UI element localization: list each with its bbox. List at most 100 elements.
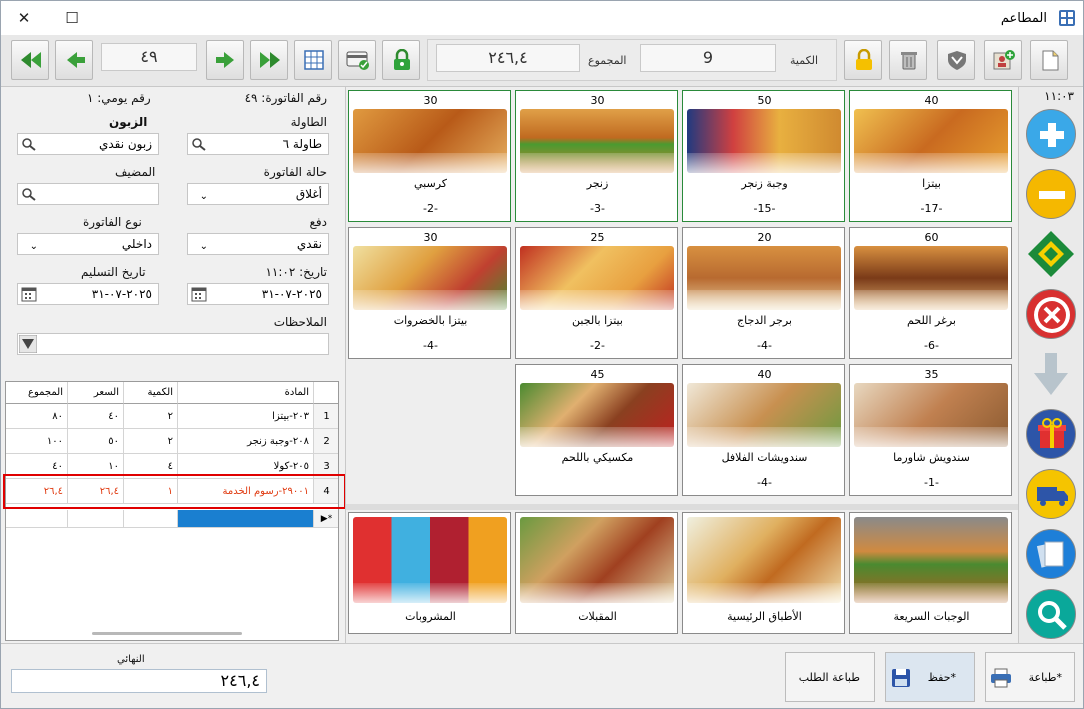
- maximize-icon[interactable]: ☐: [61, 7, 83, 29]
- item-qty: -4-: [423, 339, 438, 352]
- security-button[interactable]: [937, 40, 975, 80]
- category-tile[interactable]: المقبلات: [515, 512, 678, 634]
- customer-field[interactable]: زبون نقدي: [17, 133, 159, 155]
- delivery-button[interactable]: [1026, 469, 1076, 519]
- menu-item-tile[interactable]: 30 بيتزا بالخضروات -4-: [348, 227, 511, 359]
- item-price: 40: [757, 368, 772, 381]
- date-field[interactable]: ٢٠٢٥-٠٧-٣١: [187, 283, 329, 305]
- gift-button[interactable]: [1026, 409, 1076, 459]
- chevron-down-icon[interactable]: ⌄: [190, 187, 208, 203]
- category-tile[interactable]: الأطباق الرئيسية: [682, 512, 845, 634]
- calendar-icon[interactable]: [20, 286, 38, 302]
- menu-item-tile[interactable]: 40 بيتزا -17-: [849, 90, 1012, 222]
- item-name: مكسيكي باللحم: [561, 451, 634, 464]
- documents-button[interactable]: [1026, 529, 1076, 579]
- item-qty: -4-: [757, 339, 772, 352]
- category-tile[interactable]: الوجبات السريعة: [849, 512, 1012, 634]
- category-tile[interactable]: المشروبات: [348, 512, 511, 634]
- row-item: ٢٠٣-بيتزا: [178, 404, 314, 429]
- new-row-marker-icon: ▶*: [314, 510, 338, 528]
- new-invoice-button[interactable]: [1030, 40, 1068, 80]
- decrease-qty-button[interactable]: [1026, 169, 1076, 219]
- cancel-item-button[interactable]: [1026, 289, 1076, 339]
- chevron-down-icon[interactable]: ⌄: [20, 237, 38, 253]
- menu-item-tile[interactable]: 50 وجبة زنجر -15-: [682, 90, 845, 222]
- previous-record-button[interactable]: [55, 40, 93, 80]
- delivery-date-field[interactable]: ٢٠٢٥-٠٧-٣١: [17, 283, 159, 305]
- title-bar: ✕ ☐ المطاعم: [1, 1, 1083, 35]
- item-name: كرسبي: [413, 177, 447, 190]
- status-select[interactable]: أغلاق ⌄: [187, 183, 329, 205]
- item-qty: -4-: [757, 476, 772, 489]
- item-name: بيتزا بالخضروات: [393, 314, 468, 327]
- invoice-nav-field[interactable]: ٤٩: [101, 43, 197, 71]
- calendar-icon[interactable]: [190, 286, 208, 302]
- add-customer-button[interactable]: [984, 40, 1022, 80]
- category-name: الوجبات السريعة: [893, 610, 970, 623]
- chevron-down-icon[interactable]: ⌄: [190, 237, 208, 253]
- col-header-item[interactable]: المادة: [178, 382, 314, 404]
- horizontal-scrollbar[interactable]: [92, 632, 242, 635]
- new-row-total[interactable]: [6, 510, 68, 528]
- new-row-price[interactable]: [68, 510, 124, 528]
- discount-button[interactable]: [1026, 229, 1076, 279]
- date-value: ٢٠٢٥-٠٧-٣١: [261, 287, 322, 301]
- search-icon[interactable]: [20, 136, 38, 152]
- toolbar: ٤٩ ٢٤٦,٤ المجموع 9 الكمية: [1, 35, 1083, 87]
- search-button[interactable]: [1026, 589, 1076, 639]
- notes-field[interactable]: [17, 333, 329, 355]
- payment-select[interactable]: نقدي ⌄: [187, 233, 329, 255]
- gift-icon: [1038, 418, 1066, 448]
- col-header-total[interactable]: المجموع: [6, 382, 68, 404]
- payment-value: نقدي: [296, 237, 322, 251]
- daily-number-label: رقم يومي: ١: [87, 91, 151, 105]
- host-field[interactable]: [17, 183, 159, 205]
- next-record-button[interactable]: [206, 40, 244, 80]
- totals-panel: ٢٤٦,٤ المجموع 9 الكمية: [427, 39, 837, 81]
- search-icon[interactable]: [20, 186, 38, 202]
- delete-button[interactable]: [889, 40, 927, 80]
- col-header-qty[interactable]: الكمية: [124, 382, 178, 404]
- row-price: ٤٠: [68, 404, 124, 429]
- menu-item-tile[interactable]: 20 برجر الدجاج -4-: [682, 227, 845, 359]
- col-header-price[interactable]: السعر: [68, 382, 124, 404]
- payment-card-button[interactable]: [338, 40, 376, 80]
- move-down-button[interactable]: [1026, 349, 1076, 399]
- table-field[interactable]: طاولة ٦: [187, 133, 329, 155]
- menu-item-tile[interactable]: 45 مكسيكي باللحم: [515, 364, 678, 496]
- clock: ١١:٠٣: [1044, 89, 1074, 103]
- menu-item-tile[interactable]: 25 بيتزا بالجبن -2-: [515, 227, 678, 359]
- grid-view-button[interactable]: [294, 40, 332, 80]
- first-record-button[interactable]: [11, 40, 49, 80]
- menu-item-tile[interactable]: 40 سندويشات الفلافل -4-: [682, 364, 845, 496]
- last-record-button[interactable]: [250, 40, 288, 80]
- item-price: 35: [924, 368, 939, 381]
- save-label: حفظ*: [927, 671, 956, 684]
- search-icon[interactable]: [190, 136, 208, 152]
- menu-item-tile[interactable]: 35 سندويش شاورما -1-: [849, 364, 1012, 496]
- print-order-label: طباعة الطلب: [798, 671, 860, 684]
- type-select[interactable]: داخلي ⌄: [17, 233, 159, 255]
- increase-qty-button[interactable]: [1026, 109, 1076, 159]
- bottom-bar: النهائي ٢٤٦,٤ طباعة* حفظ* طباعة الطلب: [1, 643, 1083, 708]
- final-total-field: ٢٤٦,٤: [11, 669, 267, 693]
- print-order-button[interactable]: طباعة الطلب: [785, 652, 875, 702]
- plus-icon: [1040, 123, 1064, 147]
- close-icon[interactable]: ✕: [13, 7, 35, 29]
- menu-item-tile[interactable]: 30 زنجر -3-: [515, 90, 678, 222]
- menu-item-tile[interactable]: 30 كرسبي -2-: [348, 90, 511, 222]
- lock-button[interactable]: [844, 40, 882, 80]
- unlock-button[interactable]: [382, 40, 420, 80]
- item-price: 25: [590, 231, 605, 244]
- table-grid-icon: [304, 50, 324, 70]
- new-row-item[interactable]: [178, 510, 314, 528]
- shield-icon: [948, 51, 966, 70]
- new-row-qty[interactable]: [124, 510, 178, 528]
- documents-icon: [1036, 541, 1064, 568]
- menu-item-tile[interactable]: 60 برغر اللحم -6-: [849, 227, 1012, 359]
- row-index: 2: [314, 429, 338, 454]
- dropdown-triangle-icon[interactable]: [18, 334, 38, 354]
- delivery-date-label: تاريخ التسليم: [81, 265, 146, 279]
- save-button[interactable]: حفظ*: [885, 652, 975, 702]
- print-button[interactable]: طباعة*: [985, 652, 1075, 702]
